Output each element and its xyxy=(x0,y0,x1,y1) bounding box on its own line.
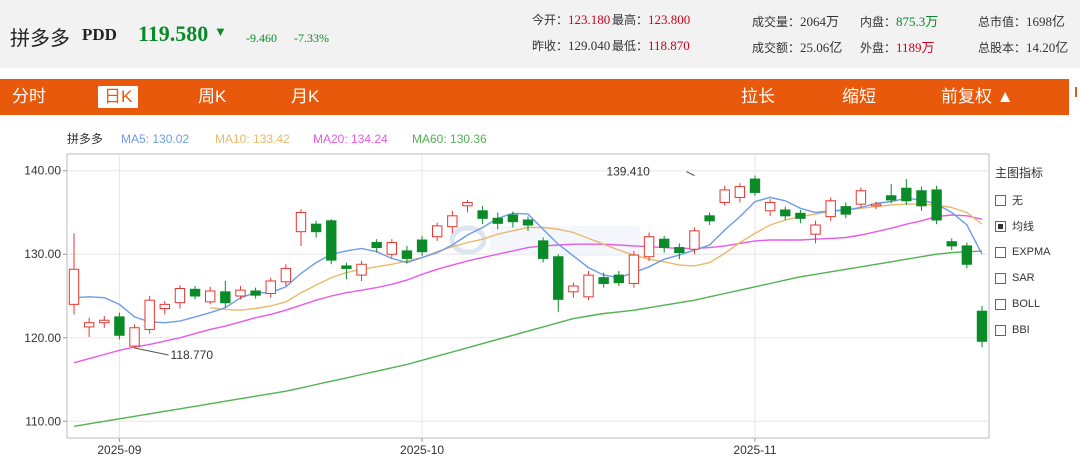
y-tick-label: 110.00 xyxy=(25,414,61,428)
candle-down xyxy=(916,190,927,207)
indicator-option-label: 无 xyxy=(1012,195,1023,207)
candle-down xyxy=(114,316,125,336)
candle-up xyxy=(462,201,473,207)
candle-down xyxy=(931,189,942,221)
candle-up xyxy=(129,327,140,347)
indicator-checkbox[interactable] xyxy=(995,298,1006,310)
candle-up xyxy=(870,203,882,207)
candle-up xyxy=(159,303,170,310)
candle-down xyxy=(553,256,564,300)
candle-up xyxy=(689,230,700,250)
y-tick-label: 140.00 xyxy=(24,164,61,178)
candle-up xyxy=(855,190,867,205)
candle-down xyxy=(477,210,488,219)
x-tick-label: 2025-09 xyxy=(97,443,141,457)
candle-up xyxy=(83,322,95,328)
candle-up xyxy=(205,290,216,303)
indicator-option-label: EXPMA xyxy=(1012,246,1051,258)
candle-down xyxy=(659,238,670,249)
candle-down xyxy=(189,288,201,297)
annotation-label: 139.410 xyxy=(606,165,650,179)
indicator-checkbox[interactable] xyxy=(995,246,1006,258)
candle-down xyxy=(795,212,806,219)
indicator-panel-title: 主图指标 xyxy=(995,166,1044,180)
legend-ma5: MA5: 130.02 xyxy=(121,132,189,146)
candle-down xyxy=(537,240,549,259)
candle-down xyxy=(946,241,957,247)
indicator-option[interactable]: 无 xyxy=(995,187,1075,213)
indicator-option[interactable]: BBI xyxy=(995,317,1075,343)
candle-down xyxy=(901,187,912,202)
indicator-checkbox[interactable] xyxy=(995,194,1006,206)
candle-down xyxy=(401,250,413,259)
candle-down xyxy=(749,178,761,193)
candle-up xyxy=(356,263,367,276)
candle-down xyxy=(507,214,519,223)
indicator-checkbox[interactable] xyxy=(995,220,1006,232)
candle-down xyxy=(598,277,609,284)
candle-down xyxy=(613,274,624,284)
chart-legend: 拼多多 MA5: 130.02 MA10: 133.42 MA20: 134.24 MA… xyxy=(67,132,487,146)
candle-up xyxy=(265,280,276,294)
candle-down xyxy=(704,215,715,222)
candle-down xyxy=(522,219,534,226)
legend-ma10: MA10: 133.42 xyxy=(215,132,290,146)
candle-up xyxy=(235,289,246,297)
candle-down xyxy=(780,209,791,217)
legend-stock-name: 拼多多 xyxy=(67,132,103,146)
candle-up xyxy=(810,224,821,235)
indicator-option-label: SAR xyxy=(1012,272,1035,284)
candle-down xyxy=(976,310,988,342)
candle-up xyxy=(825,200,836,218)
candle-up xyxy=(628,254,640,284)
candle-up xyxy=(568,285,579,293)
indicator-option[interactable]: SAR xyxy=(995,265,1075,291)
candle-down xyxy=(371,242,382,249)
indicator-option[interactable]: EXPMA xyxy=(995,239,1075,265)
candle-up xyxy=(643,236,655,258)
candle-down xyxy=(886,195,897,201)
candle-up xyxy=(280,267,292,283)
y-tick-label: 130.00 xyxy=(24,247,61,261)
annotation-label: 118.770 xyxy=(171,348,214,362)
candle-up xyxy=(719,189,730,203)
candle-up xyxy=(432,225,443,238)
candle-up xyxy=(68,268,80,305)
indicator-option-label: BOLL xyxy=(1012,298,1041,310)
indicator-list: 无均线 EXPMA SAR BOLL BBI xyxy=(995,187,1075,343)
indicator-option[interactable]: BOLL xyxy=(995,291,1075,317)
candle-down xyxy=(492,217,503,224)
legend-ma20: MA20: 134.24 xyxy=(313,132,388,146)
indicator-checkbox[interactable] xyxy=(995,272,1006,284)
candle-down xyxy=(310,223,322,233)
candle-up xyxy=(295,211,307,233)
x-tick-label: 2025-11 xyxy=(733,443,776,457)
candle-down xyxy=(220,291,231,304)
candle-up xyxy=(764,201,776,212)
candle-down xyxy=(840,206,851,215)
x-tick-label: 2025-10 xyxy=(400,443,444,457)
candle-down xyxy=(674,247,685,254)
candle-up xyxy=(144,299,155,330)
candle-up xyxy=(583,274,594,298)
candle-down xyxy=(250,290,261,296)
indicator-option-label: BBI xyxy=(1012,324,1030,336)
candle-down xyxy=(961,245,973,265)
candle-down xyxy=(416,239,428,253)
candle-down xyxy=(326,220,337,261)
indicator-panel: 主图指标 无均线 EXPMA SAR BOLL BBI xyxy=(995,164,1075,343)
candle-up xyxy=(447,215,458,228)
candle-up xyxy=(386,242,397,255)
indicator-option-label: 均线 xyxy=(1012,221,1034,233)
y-tick-label: 120.00 xyxy=(24,331,61,345)
kline-chart: 140.00 130.00 120.00 110.00 2025-09 2025-10 20… xyxy=(24,132,990,457)
candle-up xyxy=(174,287,186,304)
indicator-option[interactable]: 均线 xyxy=(995,213,1075,239)
indicator-checkbox[interactable] xyxy=(995,324,1006,336)
candle-up xyxy=(734,186,746,198)
legend-ma60: MA60: 130.36 xyxy=(412,132,487,146)
candle-down xyxy=(341,265,352,269)
candle-up xyxy=(99,319,110,324)
